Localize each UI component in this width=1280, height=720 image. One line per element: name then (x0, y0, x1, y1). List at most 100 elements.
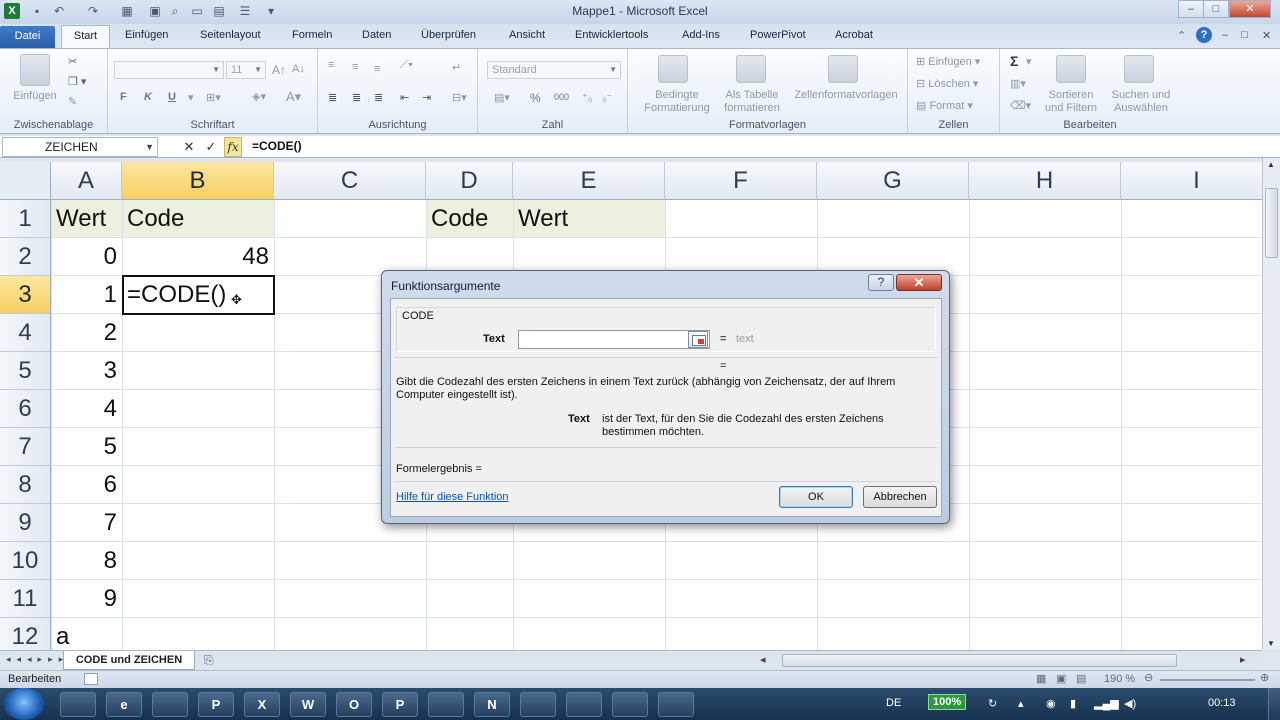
tab-ansicht[interactable]: Ansicht (509, 29, 545, 41)
cell-a3[interactable]: 1 (51, 276, 122, 314)
close-window-button[interactable]: ✕ (1229, 0, 1271, 18)
explorer-icon[interactable] (60, 692, 96, 717)
align-left-icon[interactable]: ≣ (328, 91, 337, 104)
page-layout-view-icon[interactable]: ▣ (1056, 672, 1066, 685)
format-cells-button[interactable]: ▤ Format ▾ (916, 99, 973, 112)
increase-decimal-icon[interactable]: ⁺₀ (582, 91, 592, 104)
insert-function-button[interactable]: fx (224, 137, 242, 157)
scroll-down-icon[interactable]: ▼ (1267, 639, 1275, 648)
scroll-up-icon[interactable]: ▲ (1267, 160, 1275, 169)
cell-a4[interactable]: 2 (51, 314, 122, 352)
format-as-table-icon[interactable] (736, 55, 766, 83)
column-header-g[interactable]: G (817, 162, 969, 200)
zoom-out-icon[interactable]: ⊖ (1144, 671, 1153, 684)
column-header-f[interactable]: F (665, 162, 817, 200)
cell-a11[interactable]: 9 (51, 580, 122, 618)
firefox-icon[interactable] (152, 692, 188, 717)
underline-dropdown-icon[interactable]: ▾ (188, 91, 194, 104)
doc-restore-icon[interactable]: □ (1241, 29, 1248, 41)
new-sheet-icon[interactable]: ⎘ (204, 653, 214, 668)
tool-icon[interactable] (658, 692, 694, 717)
zoom-level[interactable]: 190 % (1104, 673, 1135, 685)
snagit-icon[interactable] (520, 692, 556, 717)
column-header-d[interactable]: D (426, 162, 513, 200)
cell-a5[interactable]: 3 (51, 352, 122, 390)
clock[interactable]: 00:13 (1208, 697, 1236, 709)
wrap-text-icon[interactable]: ↵ (452, 61, 461, 74)
select-all-corner[interactable] (0, 162, 51, 200)
powerpoint-icon[interactable]: P (198, 692, 234, 717)
currency-icon[interactable]: ▤▾ (494, 91, 510, 104)
find-select-button[interactable]: Suchen und Auswählen (1104, 89, 1178, 115)
cell-d1[interactable]: Code (426, 200, 513, 238)
sync-icon[interactable]: ↻ (988, 697, 997, 710)
orientation-icon[interactable]: ⟋▾ (400, 59, 413, 72)
ie-icon[interactable]: e (106, 692, 142, 717)
conditional-formatting-button[interactable]: Bedingte Formatierung (632, 89, 722, 115)
font-name-select[interactable]: ▼ (114, 61, 224, 79)
ribbon-minimize-icon[interactable]: ⌃ (1177, 29, 1186, 42)
delete-cells-button[interactable]: ⊟ Löschen ▾ (916, 77, 978, 90)
borders-icon[interactable]: ⊞▾ (206, 91, 221, 104)
normal-view-icon[interactable]: ▦ (1036, 672, 1046, 685)
battery-indicator[interactable]: 100% (928, 694, 967, 710)
fill-color-icon[interactable]: ◈▾ (252, 90, 266, 103)
row-header-6[interactable]: 6 (0, 390, 51, 428)
acrobat-icon[interactable] (428, 692, 464, 717)
show-desktop-button[interactable] (1268, 688, 1280, 720)
column-header-a[interactable]: A (51, 162, 122, 200)
sheet-tab-active[interactable]: CODE und ZEICHEN (63, 651, 195, 670)
help-icon[interactable]: ? (1196, 27, 1212, 43)
column-header-e[interactable]: E (513, 162, 665, 200)
row-header-7[interactable]: 7 (0, 428, 51, 466)
sheet-nav-icons[interactable]: ◂◂◂▸▸▸ (6, 654, 69, 665)
network-icon[interactable]: ▮ (1070, 697, 1076, 710)
paste-button[interactable]: Einfügen (10, 90, 60, 102)
hscroll-left-icon[interactable]: ◂ (760, 653, 766, 666)
cancel-formula-button[interactable]: ✕ (180, 137, 198, 157)
zoom-in-icon[interactable]: ⊕ (1260, 671, 1269, 684)
dialog-close-button[interactable]: ✕ (896, 274, 942, 291)
dialog-help-button[interactable]: ? (868, 274, 894, 291)
fill-icon[interactable]: ▥▾ (1010, 77, 1026, 90)
shrink-font-icon[interactable]: A↓ (292, 63, 305, 75)
decrease-decimal-icon[interactable]: ₀⁻ (602, 91, 612, 104)
sort-filter-button[interactable]: Sortieren und Filtern (1036, 89, 1106, 115)
cut-icon[interactable]: ✂ (68, 55, 77, 68)
publisher-icon[interactable]: P (382, 692, 418, 717)
autosum-dropdown-icon[interactable]: ▾ (1026, 55, 1032, 68)
row-header-4[interactable]: 4 (0, 314, 51, 352)
column-header-c[interactable]: C (274, 162, 426, 200)
align-bottom-icon[interactable]: ≡ (374, 63, 380, 75)
paste-icon[interactable] (20, 54, 50, 86)
cell-e1[interactable]: Wert (513, 200, 665, 238)
insert-cells-button[interactable]: ⊞ Einfügen ▾ (916, 55, 980, 68)
tab-powerpivot[interactable]: PowerPivot (750, 29, 806, 41)
cell-a8[interactable]: 6 (51, 466, 122, 504)
signal-icon[interactable]: ▂▄▆ (1094, 697, 1119, 710)
cancel-button[interactable]: Abbrechen (863, 486, 937, 508)
name-box[interactable]: ZEICHEN ▼ (2, 137, 158, 157)
format-painter-icon[interactable]: ✎ (68, 95, 77, 108)
tab-formeln[interactable]: Formeln (292, 29, 332, 41)
find-select-icon[interactable] (1124, 55, 1154, 83)
doc-close-icon[interactable]: ✕ (1262, 29, 1271, 42)
thousands-button[interactable]: 000 (554, 92, 569, 102)
row-header-5[interactable]: 5 (0, 352, 51, 390)
cell-a2[interactable]: 0 (51, 238, 122, 276)
bold-button[interactable]: F (120, 91, 127, 103)
number-format-select[interactable]: Standard ▼ (487, 61, 621, 79)
zoom-slider[interactable] (1160, 679, 1255, 681)
row-header-9[interactable]: 9 (0, 504, 51, 542)
word-icon[interactable]: W (290, 692, 326, 717)
row-header-2[interactable]: 2 (0, 238, 51, 276)
start-button[interactable] (4, 688, 44, 720)
underline-button[interactable]: U (168, 91, 176, 103)
function-help-link[interactable]: Hilfe für diese Funktion (396, 491, 509, 503)
macro-record-icon[interactable] (84, 673, 98, 685)
hscroll-right-icon[interactable]: ▸ (1240, 653, 1246, 666)
font-color-icon[interactable]: A▾ (286, 89, 301, 105)
column-header-b[interactable]: B (122, 162, 274, 200)
percent-button[interactable]: % (530, 91, 541, 105)
row-header-12[interactable]: 12 (0, 618, 51, 650)
